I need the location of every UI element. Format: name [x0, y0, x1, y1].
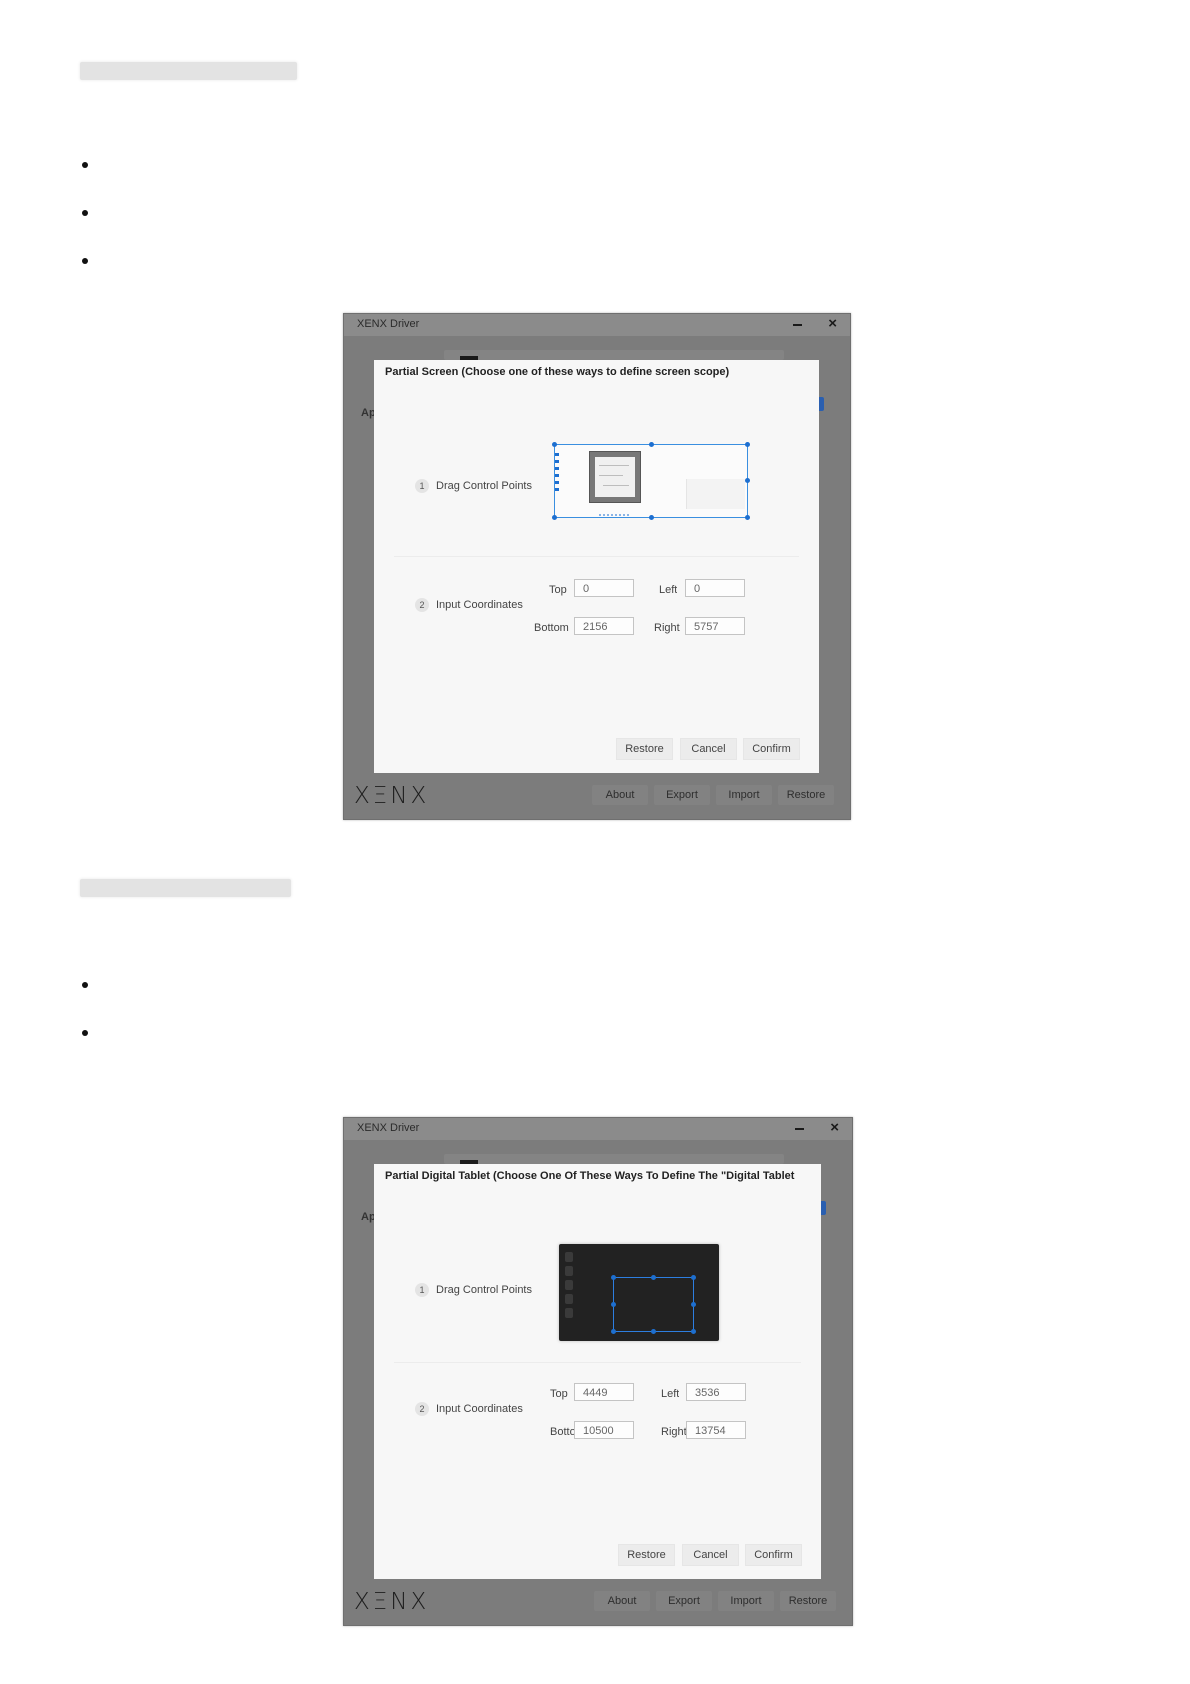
bullet-point [82, 162, 88, 168]
bullet-point [82, 258, 88, 264]
cancel-button[interactable]: Cancel [680, 738, 737, 760]
about-button[interactable]: About [594, 1591, 650, 1611]
partial-tablet-dialog: Partial Digital Tablet (Choose One Of Th… [374, 1164, 821, 1579]
step-number: 2 [415, 1402, 429, 1416]
tablet-express-keys [565, 1252, 575, 1324]
section-divider [394, 556, 799, 557]
control-point-handle[interactable] [691, 1329, 696, 1334]
left-input[interactable] [686, 1383, 746, 1401]
import-button[interactable]: Import [716, 785, 772, 805]
bottom-input[interactable] [574, 617, 634, 635]
control-point-handle[interactable] [745, 442, 750, 447]
restore-button[interactable]: Restore [616, 738, 673, 760]
export-button[interactable]: Export [656, 1591, 712, 1611]
control-point-handle[interactable] [552, 442, 557, 447]
control-point-handle[interactable] [649, 442, 654, 447]
left-label: Left [659, 584, 678, 596]
xenx-logo: XΞNX [354, 783, 430, 809]
right-input[interactable] [686, 1421, 746, 1439]
control-point-handle[interactable] [649, 515, 654, 520]
minimize-icon[interactable] [793, 324, 802, 326]
step-label-input: Input Coordinates [436, 599, 523, 611]
export-button[interactable]: Export [654, 785, 710, 805]
screen-scope-preview[interactable] [552, 442, 750, 520]
cancel-button[interactable]: Cancel [682, 1544, 739, 1566]
top-input[interactable] [574, 579, 634, 597]
left-label: Left [661, 1388, 680, 1400]
redacted-heading-1 [80, 62, 297, 80]
control-point-handle[interactable] [611, 1302, 616, 1307]
right-label: Right [654, 622, 680, 634]
confirm-button[interactable]: Confirm [745, 1544, 802, 1566]
secondary-screen-area [686, 479, 745, 509]
monitor-thumbnail [589, 451, 641, 503]
control-point-handle[interactable] [651, 1275, 656, 1280]
top-label: Top [550, 1388, 568, 1400]
top-input[interactable] [574, 1383, 634, 1401]
right-label: Right [661, 1426, 686, 1438]
window-title: XENX Driver [357, 318, 420, 330]
step-number: 2 [415, 598, 429, 612]
dialog-title: Partial Digital Tablet (Choose One Of Th… [385, 1170, 795, 1182]
control-point-handle[interactable] [745, 478, 750, 483]
bottom-label: Bottom [534, 622, 569, 634]
background-tab-bar [444, 350, 784, 360]
close-icon[interactable]: × [830, 1119, 839, 1136]
screen-label-strip [599, 514, 629, 516]
title-bar: XENX Driver × [344, 1118, 852, 1140]
bullet-point [82, 210, 88, 216]
step-label-input: Input Coordinates [436, 1403, 523, 1415]
bullet-point [82, 1030, 88, 1036]
control-point-handle[interactable] [552, 515, 557, 520]
control-point-handle[interactable] [651, 1329, 656, 1334]
driver-window-tablet: XENX Driver × Ap Partial Digital Tablet … [343, 1117, 853, 1626]
bottom-input[interactable] [574, 1421, 634, 1439]
bottom-label: Bottom [550, 1426, 574, 1438]
section-divider [394, 1362, 801, 1363]
screen-thumbnail-list [555, 453, 559, 491]
partial-screen-dialog: Partial Screen (Choose one of these ways… [374, 360, 819, 773]
left-input[interactable] [685, 579, 745, 597]
title-bar: XENX Driver × [344, 314, 850, 336]
control-point-handle[interactable] [611, 1275, 616, 1280]
step-label-drag: Drag Control Points [436, 1284, 532, 1296]
control-point-handle[interactable] [745, 515, 750, 520]
step-label-drag: Drag Control Points [436, 480, 532, 492]
import-button[interactable]: Import [718, 1591, 774, 1611]
restore-footer-button[interactable]: Restore [780, 1591, 836, 1611]
about-button[interactable]: About [592, 785, 648, 805]
tablet-preview[interactable] [559, 1244, 719, 1341]
driver-window-screen: XENX Driver × Ap Partial Screen (Choose … [343, 313, 851, 820]
control-point-handle[interactable] [691, 1302, 696, 1307]
control-point-handle[interactable] [611, 1329, 616, 1334]
control-point-handle[interactable] [691, 1275, 696, 1280]
minimize-icon[interactable] [795, 1128, 804, 1130]
dialog-title: Partial Screen (Choose one of these ways… [385, 366, 730, 378]
background-tab-bar [444, 1154, 784, 1164]
window-title: XENX Driver [357, 1122, 420, 1134]
xenx-logo: XΞNX [354, 1589, 430, 1615]
restore-button[interactable]: Restore [618, 1544, 675, 1566]
close-icon[interactable]: × [828, 315, 837, 332]
right-input[interactable] [685, 617, 745, 635]
step-number: 1 [415, 1283, 429, 1297]
restore-footer-button[interactable]: Restore [778, 785, 834, 805]
redacted-heading-2 [80, 879, 291, 897]
active-area-rectangle[interactable] [611, 1275, 696, 1334]
confirm-button[interactable]: Confirm [743, 738, 800, 760]
step-number: 1 [415, 479, 429, 493]
top-label: Top [549, 584, 567, 596]
bullet-point [82, 982, 88, 988]
